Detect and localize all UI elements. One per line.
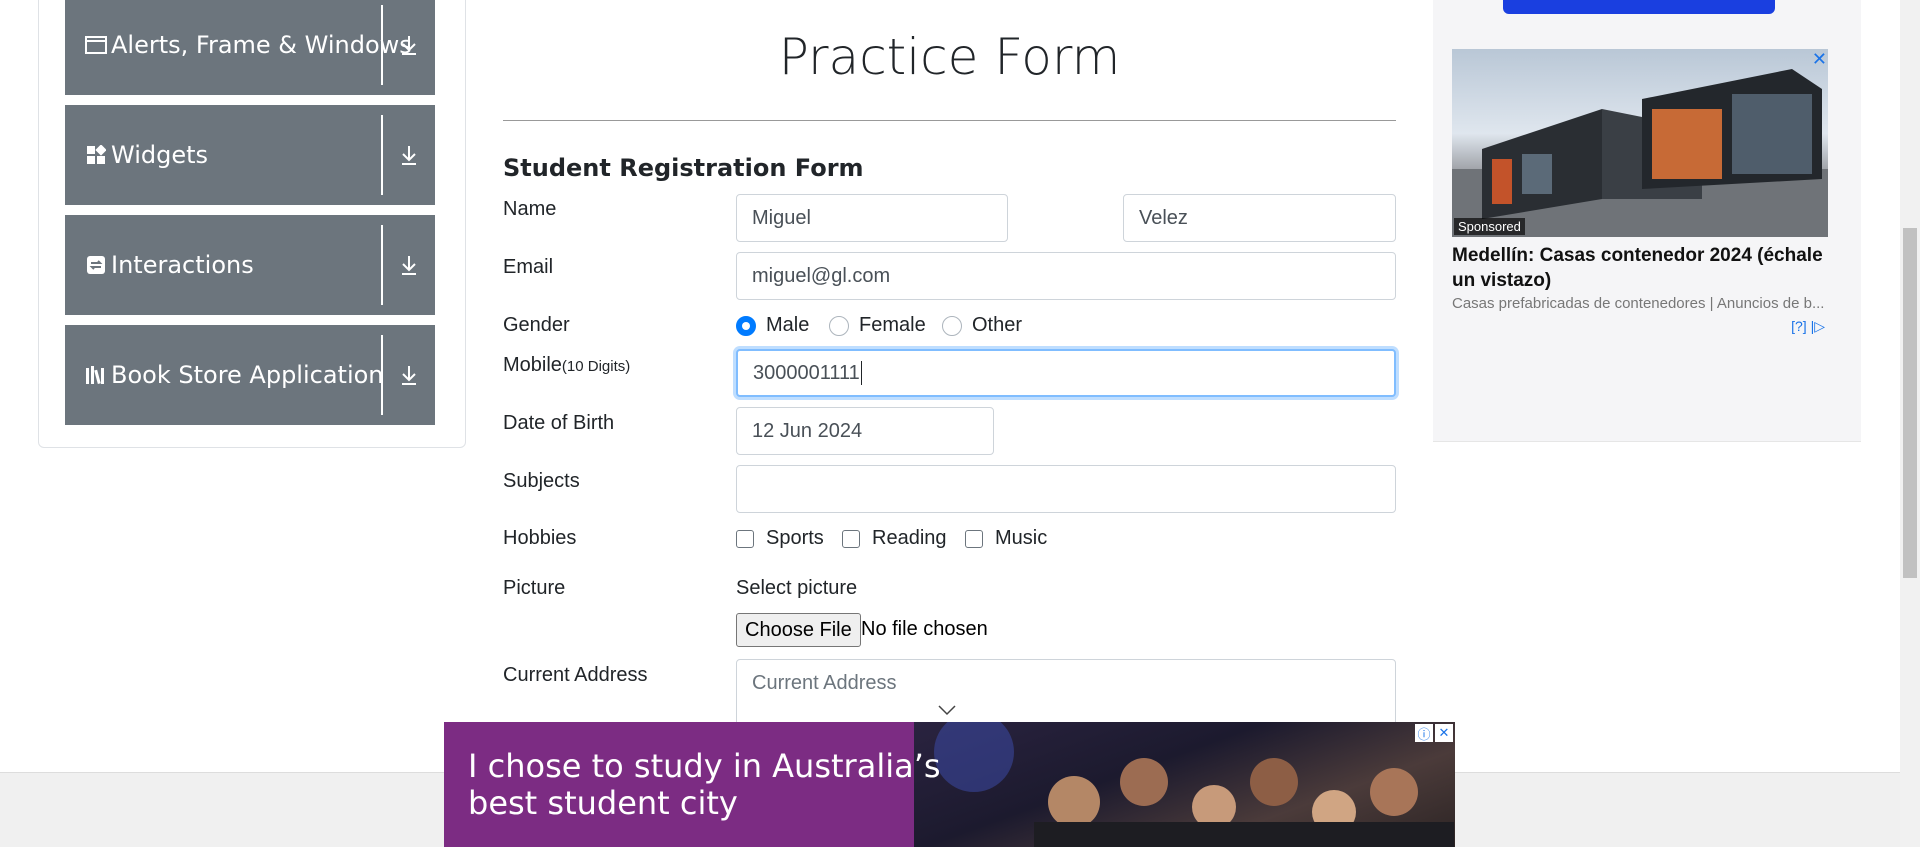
radio-button[interactable] [829,315,849,336]
choose-file-button[interactable]: Choose File [736,613,861,647]
divider [381,115,383,195]
chevron-down-icon[interactable] [937,703,957,721]
dob-label: Date of Birth [503,412,615,434]
mobile-hint: (10 Digits) [561,358,631,375]
email-label: Email [503,256,554,278]
gender-radio-female[interactable]: Female [829,314,926,337]
mobile-label-text: Mobile [503,354,562,376]
close-icon[interactable]: ✕ [1435,724,1453,742]
first-name-input[interactable]: Miguel [736,194,1008,242]
sidebar-group-book-store[interactable]: Book Store Application [65,325,435,425]
hobby-label: Music [995,527,1048,549]
gender-option-label: Female [859,314,926,336]
sponsored-badge: Sponsored [1454,218,1525,235]
hobby-checkbox-reading[interactable]: Reading [842,527,947,550]
sidebar-group-widgets[interactable]: Widgets [65,105,435,205]
mobile-input[interactable]: 3000001111 [736,349,1396,397]
mobile-label: Mobile(10 Digits) [503,354,630,377]
gender-radio-male[interactable]: Male [736,314,809,337]
info-icon[interactable]: ⓘ [1415,724,1433,742]
divider [381,5,383,85]
adchoices-icon[interactable]: |▷ [1811,318,1825,334]
hobby-label: Sports [766,527,824,549]
download-arrow-icon[interactable] [393,105,425,205]
last-name-input[interactable]: Velez [1123,194,1396,242]
checkbox[interactable] [842,529,860,548]
name-label: Name [503,198,557,220]
bottom-ad-text[interactable]: I chose to study in Australia’s best stu… [468,748,988,822]
interactions-icon [85,254,107,276]
scrollbar-thumb[interactable] [1903,228,1917,578]
sidebar-group-alerts[interactable]: Alerts, Frame & Windows [65,0,435,95]
sidebar-group-label: Widgets [111,141,209,169]
gender-radio-other[interactable]: Other [942,314,1022,337]
checkbox[interactable] [736,529,754,548]
window-icon [85,34,107,56]
divider [381,225,383,305]
hobbies-label: Hobbies [503,527,577,549]
sidebar-group-label: Alerts, Frame & Windows [111,31,412,59]
ad-photo[interactable] [914,722,1455,847]
download-arrow-icon[interactable] [393,325,425,425]
page-title: Practice Form [778,28,1121,86]
radio-button[interactable] [942,315,962,336]
hobby-checkbox-sports[interactable]: Sports [736,527,824,550]
widgets-icon [85,144,107,166]
ad-top-button[interactable] [1503,0,1775,14]
sidebar-group-interactions[interactable]: Interactions [65,215,435,315]
ad-controls[interactable]: ⓘ ✕ [1415,724,1453,742]
gender-label: Gender [503,314,570,336]
sidebar-group-label: Interactions [111,251,254,279]
gender-option-label: Other [972,314,1023,336]
address-label: Current Address [503,664,648,686]
sidebar-group-label: Book Store Application [111,361,384,389]
divider [381,335,383,415]
divider [503,120,1396,121]
ad-image[interactable] [1452,49,1828,237]
mobile-value: 3000001111 [753,361,860,384]
picture-label: Picture [503,577,566,599]
hobby-label: Reading [872,527,947,549]
ad-description[interactable]: Casas prefabricadas de contenedores | An… [1452,295,1828,312]
text-caret [860,361,862,385]
ad-choices[interactable]: [?] |▷ [1791,318,1825,335]
select-picture-label: Select picture [736,577,858,599]
form-heading: Student Registration Form [503,154,864,182]
ad-right[interactable]: ✕ Sponsored Medellín: Casas contenedor 2… [1433,0,1861,442]
ad-close-icon[interactable]: ✕ [1812,49,1827,70]
download-arrow-icon[interactable] [393,215,425,315]
ad-choice-text[interactable]: [?] [1791,318,1807,334]
subjects-label: Subjects [503,470,580,492]
subjects-input[interactable] [736,465,1396,513]
email-input[interactable]: miguel@gl.com [736,252,1396,300]
file-status: No file chosen [861,618,988,640]
bottom-banner-ad[interactable]: I chose to study in Australia’s best stu… [444,722,1455,847]
books-icon [85,364,107,386]
download-arrow-icon[interactable] [393,0,425,95]
hobby-checkbox-music[interactable]: Music [965,527,1047,550]
ad-headline[interactable]: Medellín: Casas contenedor 2024 (échale … [1452,243,1832,293]
dob-input[interactable]: 12 Jun 2024 [736,407,994,455]
checkbox[interactable] [965,529,983,548]
radio-button[interactable] [736,315,756,336]
gender-option-label: Male [766,314,810,336]
